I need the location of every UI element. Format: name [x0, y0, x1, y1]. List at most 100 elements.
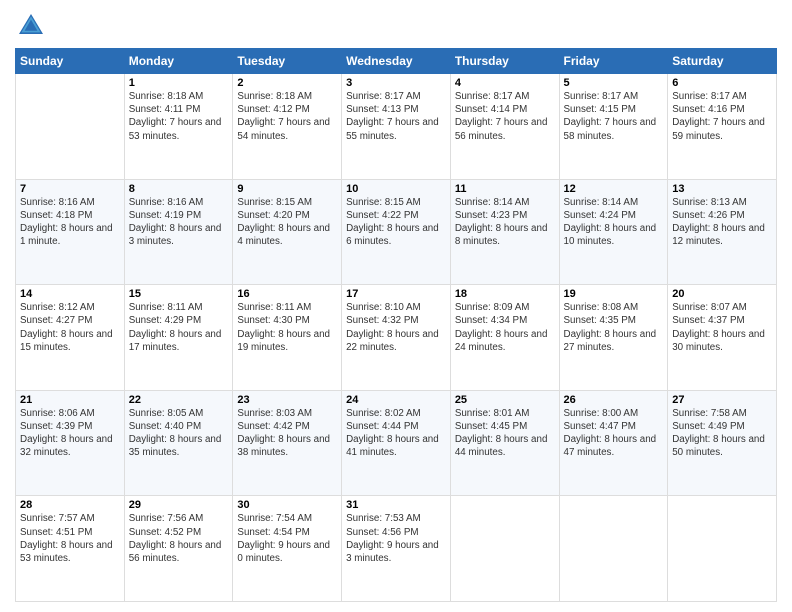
- sunrise: Sunrise: 8:11 AM: [237, 302, 311, 313]
- day-number: 10: [346, 183, 446, 195]
- calendar-cell: 8 Sunrise: 8:16 AM Sunset: 4:19 PM Dayli…: [124, 179, 233, 285]
- calendar-cell: 5 Sunrise: 8:17 AM Sunset: 4:15 PM Dayli…: [559, 74, 668, 180]
- sunset: Sunset: 4:40 PM: [129, 421, 201, 432]
- day-info: Sunrise: 8:09 AM Sunset: 4:34 PM Dayligh…: [455, 301, 555, 354]
- day-number: 12: [564, 183, 664, 195]
- sunrise: Sunrise: 8:16 AM: [129, 197, 204, 208]
- day-info: Sunrise: 8:16 AM Sunset: 4:18 PM Dayligh…: [20, 196, 120, 249]
- day-number: 30: [237, 499, 337, 511]
- calendar-week-2: 14 Sunrise: 8:12 AM Sunset: 4:27 PM Dayl…: [16, 285, 777, 391]
- day-info: Sunrise: 7:58 AM Sunset: 4:49 PM Dayligh…: [672, 407, 772, 460]
- day-number: 22: [129, 394, 229, 406]
- sunset: Sunset: 4:13 PM: [346, 104, 418, 115]
- daylight: Daylight: 8 hours and 1 minute.: [20, 223, 113, 247]
- calendar-cell: 30 Sunrise: 7:54 AM Sunset: 4:54 PM Dayl…: [233, 496, 342, 602]
- calendar: SundayMondayTuesdayWednesdayThursdayFrid…: [15, 48, 777, 602]
- calendar-cell: 2 Sunrise: 8:18 AM Sunset: 4:12 PM Dayli…: [233, 74, 342, 180]
- sunset: Sunset: 4:16 PM: [672, 104, 744, 115]
- day-number: 15: [129, 288, 229, 300]
- calendar-cell: 9 Sunrise: 8:15 AM Sunset: 4:20 PM Dayli…: [233, 179, 342, 285]
- daylight: Daylight: 7 hours and 56 minutes.: [455, 117, 548, 141]
- sunrise: Sunrise: 7:58 AM: [672, 408, 747, 419]
- sunrise: Sunrise: 8:13 AM: [672, 197, 747, 208]
- calendar-week-3: 21 Sunrise: 8:06 AM Sunset: 4:39 PM Dayl…: [16, 390, 777, 496]
- day-number: 16: [237, 288, 337, 300]
- calendar-cell: 25 Sunrise: 8:01 AM Sunset: 4:45 PM Dayl…: [450, 390, 559, 496]
- day-number: 24: [346, 394, 446, 406]
- day-number: 18: [455, 288, 555, 300]
- calendar-week-1: 7 Sunrise: 8:16 AM Sunset: 4:18 PM Dayli…: [16, 179, 777, 285]
- day-info: Sunrise: 8:10 AM Sunset: 4:32 PM Dayligh…: [346, 301, 446, 354]
- daylight: Daylight: 8 hours and 30 minutes.: [672, 329, 765, 353]
- sunrise: Sunrise: 7:56 AM: [129, 513, 204, 524]
- day-info: Sunrise: 8:12 AM Sunset: 4:27 PM Dayligh…: [20, 301, 120, 354]
- day-number: 13: [672, 183, 772, 195]
- calendar-cell: 12 Sunrise: 8:14 AM Sunset: 4:24 PM Dayl…: [559, 179, 668, 285]
- sunset: Sunset: 4:49 PM: [672, 421, 744, 432]
- calendar-header-monday: Monday: [124, 49, 233, 74]
- sunset: Sunset: 4:30 PM: [237, 315, 309, 326]
- day-number: 4: [455, 77, 555, 89]
- sunset: Sunset: 4:27 PM: [20, 315, 92, 326]
- sunrise: Sunrise: 8:08 AM: [564, 302, 639, 313]
- calendar-cell: 27 Sunrise: 7:58 AM Sunset: 4:49 PM Dayl…: [668, 390, 777, 496]
- calendar-cell: 14 Sunrise: 8:12 AM Sunset: 4:27 PM Dayl…: [16, 285, 125, 391]
- daylight: Daylight: 8 hours and 8 minutes.: [455, 223, 548, 247]
- daylight: Daylight: 8 hours and 41 minutes.: [346, 434, 439, 458]
- calendar-header-row: SundayMondayTuesdayWednesdayThursdayFrid…: [16, 49, 777, 74]
- day-info: Sunrise: 8:08 AM Sunset: 4:35 PM Dayligh…: [564, 301, 664, 354]
- day-number: 7: [20, 183, 120, 195]
- sunrise: Sunrise: 8:05 AM: [129, 408, 204, 419]
- sunrise: Sunrise: 7:53 AM: [346, 513, 421, 524]
- daylight: Daylight: 8 hours and 4 minutes.: [237, 223, 330, 247]
- daylight: Daylight: 7 hours and 59 minutes.: [672, 117, 765, 141]
- day-number: 6: [672, 77, 772, 89]
- header: [15, 10, 777, 42]
- daylight: Daylight: 8 hours and 50 minutes.: [672, 434, 765, 458]
- day-number: 5: [564, 77, 664, 89]
- daylight: Daylight: 7 hours and 53 minutes.: [129, 117, 222, 141]
- day-info: Sunrise: 8:00 AM Sunset: 4:47 PM Dayligh…: [564, 407, 664, 460]
- day-info: Sunrise: 7:57 AM Sunset: 4:51 PM Dayligh…: [20, 512, 120, 565]
- calendar-header-tuesday: Tuesday: [233, 49, 342, 74]
- day-info: Sunrise: 8:06 AM Sunset: 4:39 PM Dayligh…: [20, 407, 120, 460]
- day-info: Sunrise: 8:03 AM Sunset: 4:42 PM Dayligh…: [237, 407, 337, 460]
- daylight: Daylight: 8 hours and 22 minutes.: [346, 329, 439, 353]
- day-number: 29: [129, 499, 229, 511]
- day-info: Sunrise: 8:05 AM Sunset: 4:40 PM Dayligh…: [129, 407, 229, 460]
- calendar-cell: [668, 496, 777, 602]
- sunset: Sunset: 4:19 PM: [129, 210, 201, 221]
- daylight: Daylight: 8 hours and 47 minutes.: [564, 434, 657, 458]
- sunset: Sunset: 4:47 PM: [564, 421, 636, 432]
- calendar-cell: 23 Sunrise: 8:03 AM Sunset: 4:42 PM Dayl…: [233, 390, 342, 496]
- sunset: Sunset: 4:26 PM: [672, 210, 744, 221]
- sunrise: Sunrise: 8:02 AM: [346, 408, 421, 419]
- day-info: Sunrise: 8:11 AM Sunset: 4:30 PM Dayligh…: [237, 301, 337, 354]
- sunset: Sunset: 4:24 PM: [564, 210, 636, 221]
- day-info: Sunrise: 8:01 AM Sunset: 4:45 PM Dayligh…: [455, 407, 555, 460]
- calendar-cell: 19 Sunrise: 8:08 AM Sunset: 4:35 PM Dayl…: [559, 285, 668, 391]
- day-number: 9: [237, 183, 337, 195]
- calendar-cell: 22 Sunrise: 8:05 AM Sunset: 4:40 PM Dayl…: [124, 390, 233, 496]
- daylight: Daylight: 8 hours and 44 minutes.: [455, 434, 548, 458]
- daylight: Daylight: 8 hours and 38 minutes.: [237, 434, 330, 458]
- calendar-week-4: 28 Sunrise: 7:57 AM Sunset: 4:51 PM Dayl…: [16, 496, 777, 602]
- day-info: Sunrise: 7:56 AM Sunset: 4:52 PM Dayligh…: [129, 512, 229, 565]
- day-info: Sunrise: 7:53 AM Sunset: 4:56 PM Dayligh…: [346, 512, 446, 565]
- sunrise: Sunrise: 8:11 AM: [129, 302, 203, 313]
- calendar-cell: 16 Sunrise: 8:11 AM Sunset: 4:30 PM Dayl…: [233, 285, 342, 391]
- sunrise: Sunrise: 8:14 AM: [564, 197, 639, 208]
- daylight: Daylight: 8 hours and 56 minutes.: [129, 540, 222, 564]
- calendar-cell: 13 Sunrise: 8:13 AM Sunset: 4:26 PM Dayl…: [668, 179, 777, 285]
- sunrise: Sunrise: 8:10 AM: [346, 302, 421, 313]
- day-number: 27: [672, 394, 772, 406]
- calendar-cell: [16, 74, 125, 180]
- calendar-cell: 28 Sunrise: 7:57 AM Sunset: 4:51 PM Dayl…: [16, 496, 125, 602]
- calendar-cell: 24 Sunrise: 8:02 AM Sunset: 4:44 PM Dayl…: [342, 390, 451, 496]
- day-info: Sunrise: 8:17 AM Sunset: 4:16 PM Dayligh…: [672, 90, 772, 143]
- daylight: Daylight: 8 hours and 19 minutes.: [237, 329, 330, 353]
- day-number: 11: [455, 183, 555, 195]
- sunrise: Sunrise: 7:54 AM: [237, 513, 312, 524]
- day-number: 23: [237, 394, 337, 406]
- daylight: Daylight: 8 hours and 6 minutes.: [346, 223, 439, 247]
